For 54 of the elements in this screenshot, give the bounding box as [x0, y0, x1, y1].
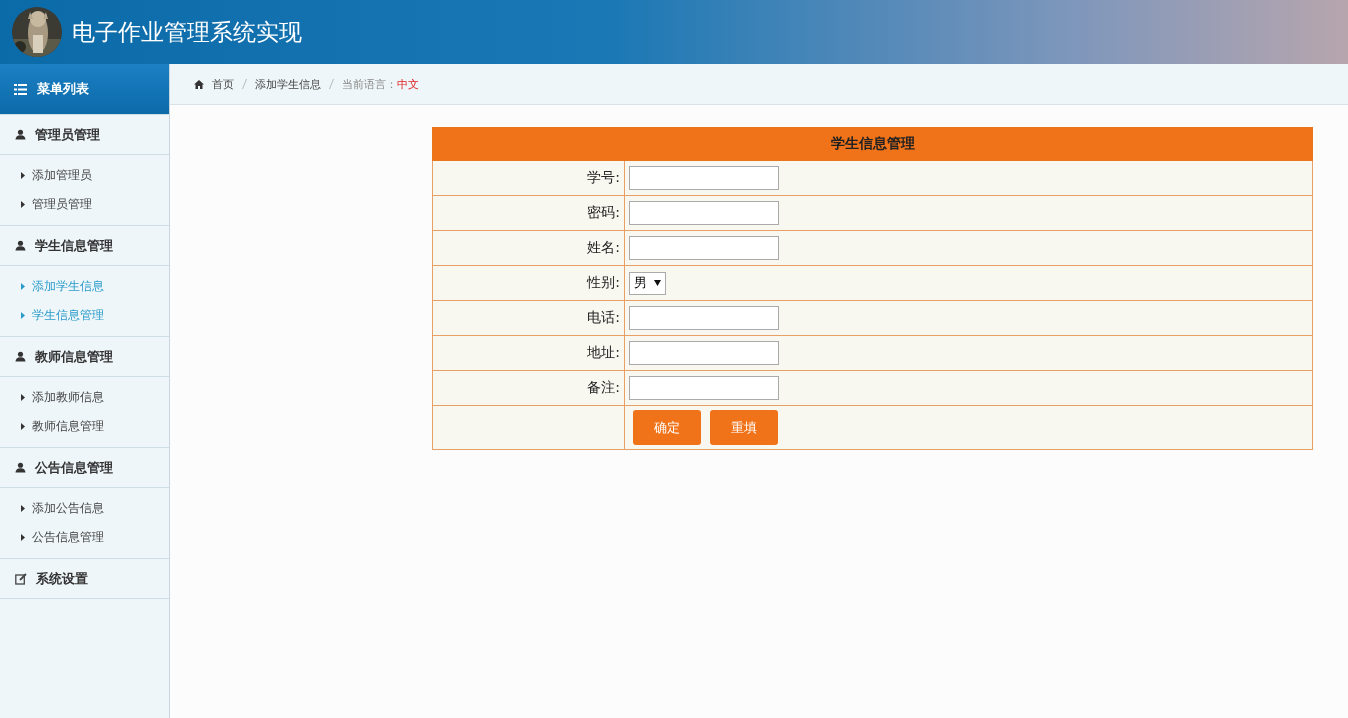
menu-group-label: 教师信息管理 — [35, 347, 113, 366]
menu-item[interactable]: 添加公告信息 — [0, 494, 169, 523]
menu-group-label: 管理员管理 — [35, 125, 100, 144]
menu-title: 菜单列表 — [37, 80, 89, 98]
input-field[interactable] — [629, 341, 779, 365]
user-icon — [15, 240, 26, 251]
menu-item[interactable]: 添加管理员 — [0, 161, 169, 190]
menu-group[interactable]: 学生信息管理 — [0, 225, 169, 266]
dropdown-arrow-icon — [654, 280, 662, 286]
edit-icon — [15, 572, 27, 585]
menu-item[interactable]: 公告信息管理 — [0, 523, 169, 552]
caret-icon — [21, 505, 25, 512]
menu-group-label: 公告信息管理 — [35, 458, 113, 477]
field-label: 性别: — [432, 265, 625, 301]
menu-group[interactable]: 教师信息管理 — [0, 336, 169, 377]
input-field[interactable] — [629, 306, 779, 330]
list-icon — [14, 83, 27, 95]
language-label: 当前语言：中文 — [342, 76, 419, 92]
field-label: 电话: — [432, 300, 625, 336]
menu-item[interactable]: 教师信息管理 — [0, 412, 169, 441]
menu-group[interactable]: 管理员管理 — [0, 114, 169, 155]
user-icon — [15, 129, 26, 140]
menu-item[interactable]: 管理员管理 — [0, 190, 169, 219]
caret-icon — [21, 312, 25, 319]
input-field[interactable] — [629, 166, 779, 190]
user-icon — [15, 462, 26, 473]
caret-icon — [21, 201, 25, 208]
field-label: 密码: — [432, 195, 625, 231]
caret-icon — [21, 534, 25, 541]
menu-group-label: 学生信息管理 — [35, 236, 113, 255]
menu-group[interactable]: 系统设置 — [0, 558, 169, 599]
form-title: 学生信息管理 — [432, 127, 1313, 161]
caret-icon — [21, 283, 25, 290]
field-label: 备注: — [432, 370, 625, 406]
field-label: 学号: — [432, 160, 625, 196]
home-icon — [194, 79, 204, 89]
caret-icon — [21, 423, 25, 430]
breadcrumb-link[interactable]: 添加学生信息 — [255, 76, 321, 92]
caret-icon — [21, 172, 25, 179]
menu-group[interactable]: 公告信息管理 — [0, 447, 169, 488]
field-label: 地址: — [432, 335, 625, 371]
input-field[interactable] — [629, 236, 779, 260]
input-field[interactable] — [629, 376, 779, 400]
breadcrumb-link[interactable]: 首页 — [212, 76, 234, 92]
app-title: 电子作业管理系统实现 — [72, 17, 302, 47]
field-label: 姓名: — [432, 230, 625, 266]
input-field[interactable] — [629, 201, 779, 225]
user-icon — [15, 351, 26, 362]
separator-icon — [329, 79, 334, 89]
separator-icon — [242, 79, 247, 89]
caret-icon — [21, 394, 25, 401]
menu-item[interactable]: 添加教师信息 — [0, 383, 169, 412]
gender-select[interactable]: 男 — [629, 271, 666, 295]
menu-group-label: 系统设置 — [36, 569, 88, 588]
